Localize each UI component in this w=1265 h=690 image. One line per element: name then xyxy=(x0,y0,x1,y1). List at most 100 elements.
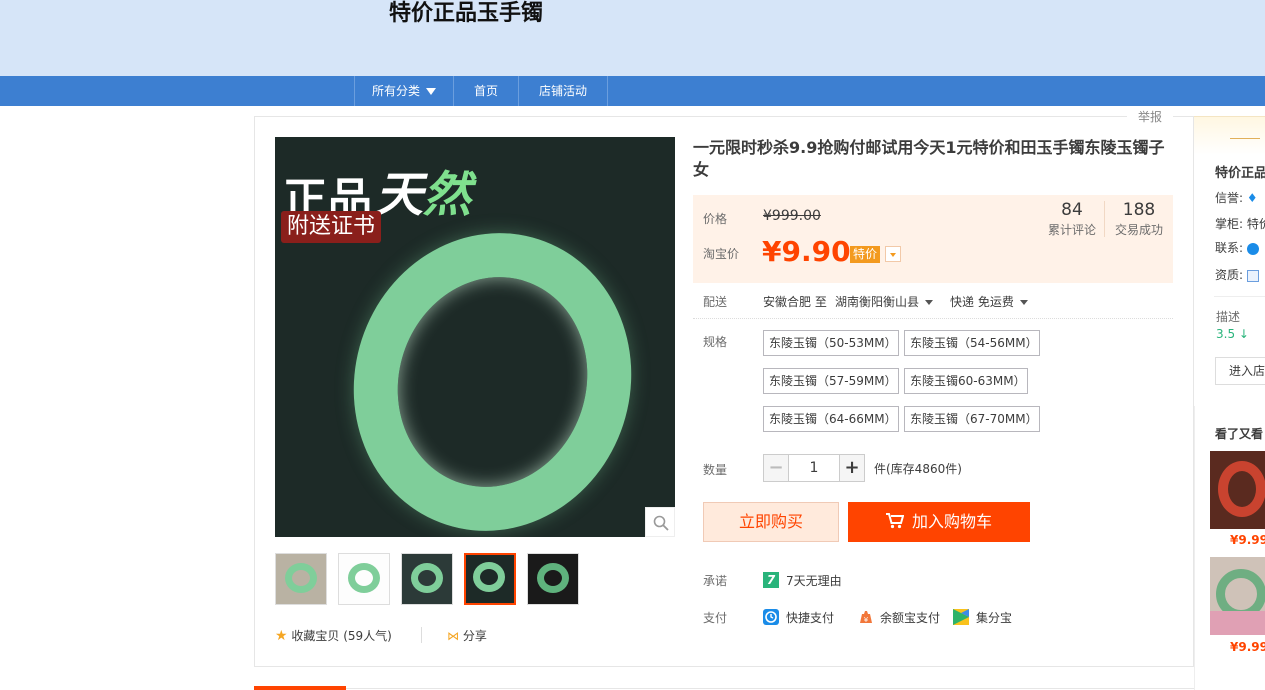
contact-label: 联系: xyxy=(1215,241,1244,255)
divider xyxy=(693,318,1173,319)
thumbnail-5[interactable] xyxy=(527,553,579,605)
side-contact: 联系: xyxy=(1215,239,1259,256)
magnifier-icon xyxy=(653,515,669,531)
yuebao-icon: ¥ xyxy=(860,611,872,624)
side-shop-name[interactable]: 特价正品 xyxy=(1215,162,1265,181)
add-to-cart-button[interactable]: 加入购物车 xyxy=(848,502,1030,542)
payment-method-jifenbao[interactable]: 集分宝 xyxy=(976,609,1012,626)
sales-label: 交易成功 xyxy=(1114,223,1163,237)
spec-option-57-59[interactable]: 东陵玉镯（57-59MM） xyxy=(763,368,899,394)
taobao-price-label: 淘宝价 xyxy=(703,247,740,261)
dropdown-arrow-icon xyxy=(925,300,934,305)
detail-tab-active-indicator[interactable] xyxy=(254,686,346,690)
svg-text:¥: ¥ xyxy=(864,616,869,624)
original-price: ¥999.00 xyxy=(763,208,821,224)
keeper-value[interactable]: 特价 xyxy=(1247,217,1265,231)
bangle-thumb-icon xyxy=(411,563,443,593)
shipping-from: 安徽合肥 至 xyxy=(763,295,827,309)
share-label: 分享 xyxy=(462,629,487,643)
spec-option-67-70[interactable]: 东陵玉镯（67-70MM） xyxy=(904,406,1040,432)
side-reputation: 信誉: ♦ xyxy=(1215,189,1258,206)
spec-option-50-53[interactable]: 东陵玉镯（50-53MM） xyxy=(763,330,899,356)
star-icon: ★ xyxy=(275,628,288,644)
shop-nav: 所有分类 首页 店铺活动 xyxy=(0,76,1265,106)
shipping-destination[interactable]: 湖南衡阳衡山县 xyxy=(835,293,934,310)
sales-count: 188 xyxy=(1122,200,1156,220)
shipping-method-label: 快递 免运费 xyxy=(950,295,1014,309)
spec-option-60-63[interactable]: 东陵玉镯60-63MM） xyxy=(904,368,1028,394)
shipping-label: 配送 xyxy=(703,295,728,309)
nav-activities[interactable]: 店铺活动 xyxy=(519,76,608,106)
chat-icon[interactable] xyxy=(1246,242,1259,255)
buy-now-button[interactable]: 立即购买 xyxy=(703,502,839,542)
payment-label: 支付 xyxy=(703,611,728,625)
cart-icon xyxy=(885,513,905,529)
shipping-method[interactable]: 快递 免运费 xyxy=(950,293,1028,310)
reviews-label: 累计评论 xyxy=(1047,223,1096,237)
quantity-plus-button[interactable]: + xyxy=(839,454,865,482)
caret-down-icon xyxy=(426,88,436,95)
image-text-tianran: 天然 xyxy=(375,155,471,225)
enter-shop-button[interactable]: 进入店铺 xyxy=(1215,357,1265,385)
sales-stat: 188 交易成功 xyxy=(1106,199,1172,238)
shop-header: 特价正品玉手镯 xyxy=(0,0,1265,76)
thumbnail-1[interactable] xyxy=(275,553,327,605)
divider xyxy=(1104,201,1105,237)
favorite-label: 收藏宝贝 (59人气) xyxy=(291,629,392,643)
recommended-item-2-image[interactable] xyxy=(1210,557,1265,635)
spec-option-64-66[interactable]: 东陵玉镯（64-66MM） xyxy=(763,406,899,432)
quick-pay-icon xyxy=(763,609,779,625)
nav-home-label: 首页 xyxy=(473,84,498,98)
promise-text[interactable]: 7天无理由 xyxy=(786,572,842,589)
report-link[interactable]: 举报 xyxy=(1127,108,1173,126)
payment-method-quick[interactable]: 快捷支付 xyxy=(786,609,834,626)
sale-dropdown[interactable] xyxy=(885,246,901,262)
divider xyxy=(1230,138,1260,139)
price-panel: 价格 ¥999.00 淘宝价 ¥9.90 特价 84 累计评论 188 交易成功 xyxy=(693,195,1173,283)
hand-image xyxy=(1210,611,1265,635)
desc-score: 3.5 ↓ xyxy=(1216,327,1249,341)
product-title: 一元限时秒杀9.9抢购付邮试用今天1元特价和田玉手镯东陵玉镯子女 xyxy=(693,138,1165,179)
nav-home[interactable]: 首页 xyxy=(454,76,519,106)
keeper-label: 掌柜: xyxy=(1215,217,1244,231)
spec-label: 规格 xyxy=(703,335,728,349)
quantity-minus-button[interactable]: − xyxy=(763,454,789,482)
image-text-ran: 然 xyxy=(423,167,472,223)
qualification-label: 资质: xyxy=(1215,268,1244,282)
reputation-label: 信誉: xyxy=(1215,191,1244,205)
image-text-tian: 天 xyxy=(375,167,424,223)
image-cert-badge: 附送证书 xyxy=(281,211,382,243)
license-icon[interactable] xyxy=(1246,269,1259,282)
nav-all-categories[interactable]: 所有分类 xyxy=(354,76,454,106)
price-label: 价格 xyxy=(703,212,728,226)
recommended-item-1-price[interactable]: ¥9.99 xyxy=(1230,533,1265,547)
zoom-button[interactable] xyxy=(645,507,675,537)
jifenbao-icon xyxy=(953,609,969,625)
spec-option-54-56[interactable]: 东陵玉镯（54-56MM） xyxy=(904,330,1040,356)
payment-method-yuebao[interactable]: 余额宝支付 xyxy=(880,609,940,626)
side-keeper: 掌柜: 特价 xyxy=(1215,215,1265,232)
favorite-button[interactable]: ★ 收藏宝贝 (59人气) xyxy=(275,627,392,644)
bangle-thumb-icon xyxy=(537,563,569,593)
thumbnail-2[interactable] xyxy=(338,553,390,605)
recommended-item-1-image[interactable] xyxy=(1210,451,1265,529)
shop-title[interactable]: 特价正品玉手镯 xyxy=(389,0,543,28)
thumbnail-4[interactable] xyxy=(464,553,516,605)
sale-tag: 特价 xyxy=(850,246,880,263)
dropdown-arrow-icon xyxy=(1019,300,1028,305)
share-button[interactable]: ⋈ 分享 xyxy=(447,627,487,644)
recommended-item-2-price[interactable]: ¥9.99 xyxy=(1230,640,1265,654)
thumbnail-3[interactable] xyxy=(401,553,453,605)
quantity-input[interactable]: 1 xyxy=(789,454,839,482)
divider xyxy=(1214,296,1265,297)
reviews-count: 84 xyxy=(1061,200,1083,220)
diamond-icon: ♦ xyxy=(1246,191,1258,205)
current-price: ¥9.90 xyxy=(762,235,851,268)
red-bangle-image xyxy=(1218,461,1265,517)
bangle-thumb-icon xyxy=(348,563,380,593)
main-product-image[interactable]: 正品 天然 附送证书 xyxy=(275,137,675,537)
shipping-destination-label: 湖南衡阳衡山县 xyxy=(835,295,920,309)
divider xyxy=(421,627,422,643)
reviews-stat[interactable]: 84 累计评论 xyxy=(1039,199,1105,238)
add-to-cart-label: 加入购物车 xyxy=(911,512,992,531)
